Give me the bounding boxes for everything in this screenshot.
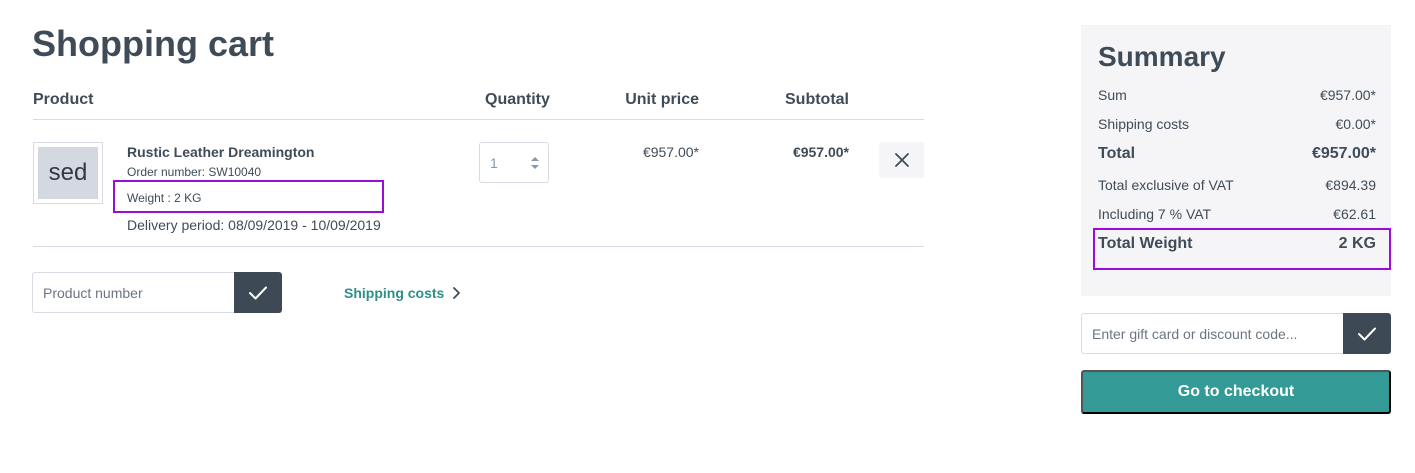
shipping-costs-label: Shipping costs [344,285,445,301]
page-title: Shopping cart [32,23,274,64]
summary-label-total: Total [1098,145,1136,162]
column-header-subtotal: Subtotal [785,91,849,108]
quantity-value[interactable]: 1 [490,155,498,171]
checkmark-icon [1358,327,1376,340]
product-weight: Weight : 2 KG [127,191,202,205]
summary-label-total-weight: Total Weight [1098,235,1193,252]
unit-price: €957.00* [642,144,699,160]
close-icon [894,153,909,167]
go-to-checkout-button[interactable]: Go to checkout [1081,370,1391,414]
table-divider-top [33,119,924,120]
product-thumbnail-placeholder: sed [38,147,98,199]
summary-label-shipping: Shipping costs [1098,116,1190,132]
summary-value-total-weight: 2 KG [1338,235,1376,252]
add-product-number-button[interactable] [234,272,282,313]
remove-item-button[interactable] [879,142,924,178]
summary-value-shipping: €0.00* [1335,116,1376,132]
summary-label-sum: Sum [1098,87,1127,103]
chevron-right-icon [453,287,461,299]
checkmark-icon [249,286,267,299]
product-name-link[interactable]: Rustic Leather Dreamington [127,144,314,160]
product-thumbnail[interactable]: sed [33,142,103,204]
column-header-unit-price: Unit price [625,91,699,108]
summary-value-vat: €62.61 [1333,206,1376,222]
shipping-costs-link[interactable]: Shipping costs [344,284,461,302]
order-number: Order number: SW10040 [127,165,262,179]
up-down-arrows-icon [531,157,539,169]
summary-label-vat: Including 7 % VAT [1098,206,1212,222]
line-subtotal: €957.00* [792,144,849,160]
column-header-product: Product [33,91,94,108]
summary-value-net: €894.39 [1325,177,1376,193]
column-header-quantity: Quantity [485,91,550,108]
summary-title: Summary [1098,41,1226,72]
product-number-input[interactable] [32,272,235,313]
summary-value-total: €957.00* [1311,145,1376,162]
delivery-period: Delivery period: 08/09/2019 - 10/09/2019 [127,217,381,233]
apply-discount-button[interactable] [1343,313,1391,354]
table-divider-bottom [33,246,924,247]
summary-value-sum: €957.00* [1319,87,1376,103]
discount-code-input[interactable] [1081,313,1344,354]
